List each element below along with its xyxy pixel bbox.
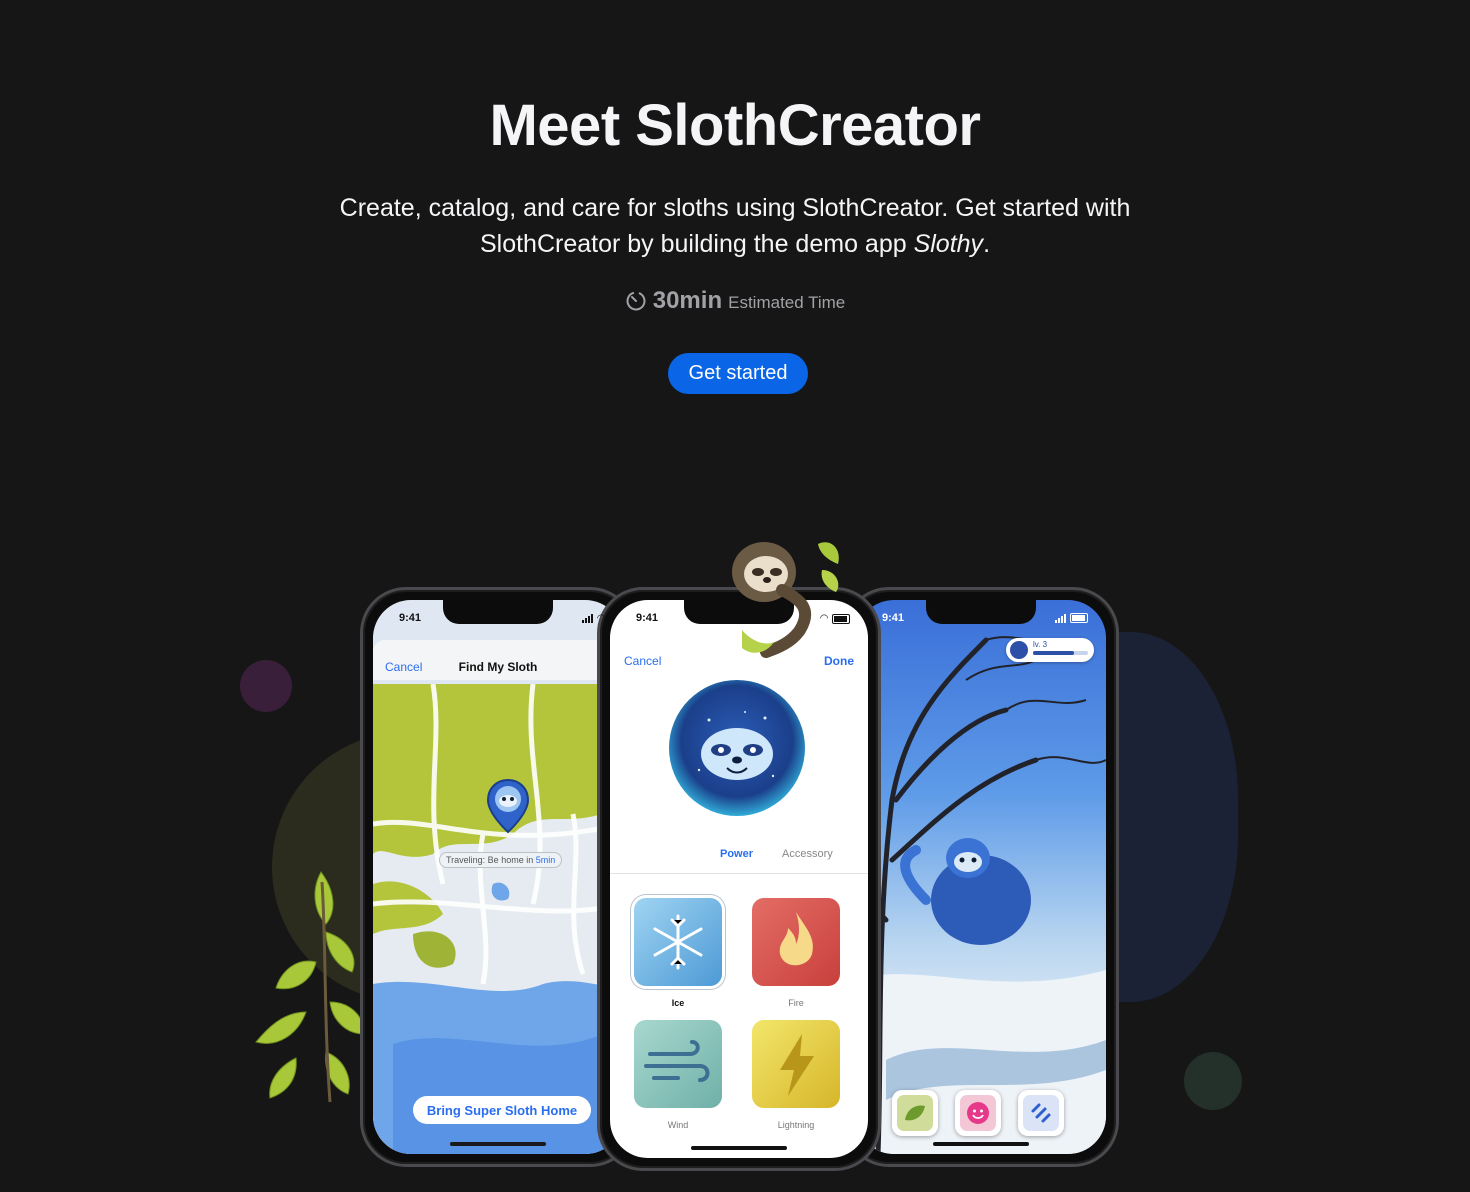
lightning-bolt-icon	[780, 1034, 814, 1096]
dumbbell-icon	[1023, 1095, 1059, 1131]
phone-mockup-customize: 9:41 ◠ Cancel Done Power Accessory Ice F…	[597, 587, 881, 1171]
home-indicator	[450, 1142, 546, 1146]
tab-power[interactable]: Power	[720, 848, 753, 860]
home-indicator	[933, 1142, 1029, 1146]
power-tile-fire[interactable]	[752, 898, 840, 986]
play-button[interactable]	[955, 1090, 1001, 1136]
sloth-location-pin-icon[interactable]	[486, 778, 530, 834]
leaves-illustration	[255, 871, 365, 1103]
power-tile-ice[interactable]	[634, 898, 722, 986]
power-label-wind: Wind	[667, 1120, 689, 1130]
estimated-time-value: 30min	[652, 287, 723, 314]
home-indicator	[691, 1146, 787, 1150]
power-tile-lightning[interactable]	[752, 1020, 840, 1108]
phone-screen-customize: 9:41 ◠ Cancel Done Power Accessory Ice F…	[610, 600, 868, 1158]
snowflake-icon	[653, 914, 703, 970]
description-end: .	[983, 230, 991, 258]
status-icons	[1055, 613, 1088, 623]
exercise-button[interactable]	[1018, 1090, 1064, 1136]
description-text: Create, catalog, and care for sloths usi…	[339, 194, 1131, 258]
flame-icon	[779, 912, 813, 966]
smiley-icon	[960, 1095, 996, 1131]
status-time: 9:41	[399, 612, 422, 624]
get-started-button[interactable]: Get started	[668, 353, 808, 394]
signal-icon	[1055, 613, 1066, 623]
bring-home-button[interactable]: Bring Super Sloth Home	[413, 1096, 591, 1124]
page-title: Meet SlothCreator	[489, 93, 981, 158]
decor-circle-green	[1184, 1052, 1242, 1110]
divider	[610, 873, 868, 874]
level-progress-bar	[1033, 651, 1088, 655]
travel-status: Traveling: Be home in 5min	[439, 852, 563, 868]
status-icons: ◠	[582, 613, 605, 624]
sloth-avatar-icon	[1010, 641, 1028, 659]
cancel-button[interactable]: Cancel	[624, 654, 661, 668]
phone-screen-habitat: 9:41 lv. 3	[856, 600, 1106, 1154]
sheet-title: Find My Sloth	[458, 660, 538, 674]
status-time: 9:41	[882, 612, 905, 624]
estimated-time: 30min Estimated Time	[0, 286, 1470, 315]
status-time: 9:41	[636, 612, 659, 624]
leaf-icon	[897, 1095, 933, 1131]
estimated-time-label: Estimated Time	[728, 293, 846, 312]
power-tile-wind[interactable]	[634, 1020, 722, 1108]
sloth-avatar	[669, 680, 805, 816]
power-label-lightning: Lightning	[777, 1120, 815, 1130]
tab-accessory[interactable]: Accessory	[782, 848, 833, 860]
phone-screen-map: 9:41 ◠ Cancel Find My Sloth Traveling: B…	[373, 600, 623, 1154]
phone-notch	[443, 600, 553, 624]
description-app-name: Slothy	[913, 230, 984, 258]
power-label-fire: Fire	[788, 998, 804, 1008]
timer-icon	[626, 291, 646, 311]
signal-icon	[582, 614, 594, 623]
map-view[interactable]	[373, 684, 623, 1154]
wind-icon	[644, 1040, 710, 1082]
battery-icon	[1070, 613, 1088, 623]
ice-sloth-face-icon	[697, 711, 775, 780]
phone-notch	[926, 600, 1036, 624]
travel-eta: 5min	[535, 855, 556, 865]
winter-tree-scene	[856, 636, 1106, 1154]
sloth-mascot-illustration	[732, 542, 839, 658]
wifi-icon: ◠	[597, 613, 605, 624]
decor-circle-purple	[240, 660, 292, 712]
phone-mockup-habitat: 9:41 lv. 3	[843, 587, 1119, 1167]
power-label-ice: Ice	[671, 998, 685, 1008]
level-label: lv. 3	[1033, 640, 1048, 649]
level-progress-fill	[1033, 651, 1075, 655]
page-description: Create, catalog, and care for sloths usi…	[300, 190, 1170, 262]
feed-button[interactable]	[892, 1090, 938, 1136]
level-badge: lv. 3	[1006, 638, 1094, 662]
travel-status-text: Traveling: Be home in	[446, 855, 536, 865]
phone-mockup-map: 9:41 ◠ Cancel Find My Sloth Traveling: B…	[360, 587, 636, 1167]
